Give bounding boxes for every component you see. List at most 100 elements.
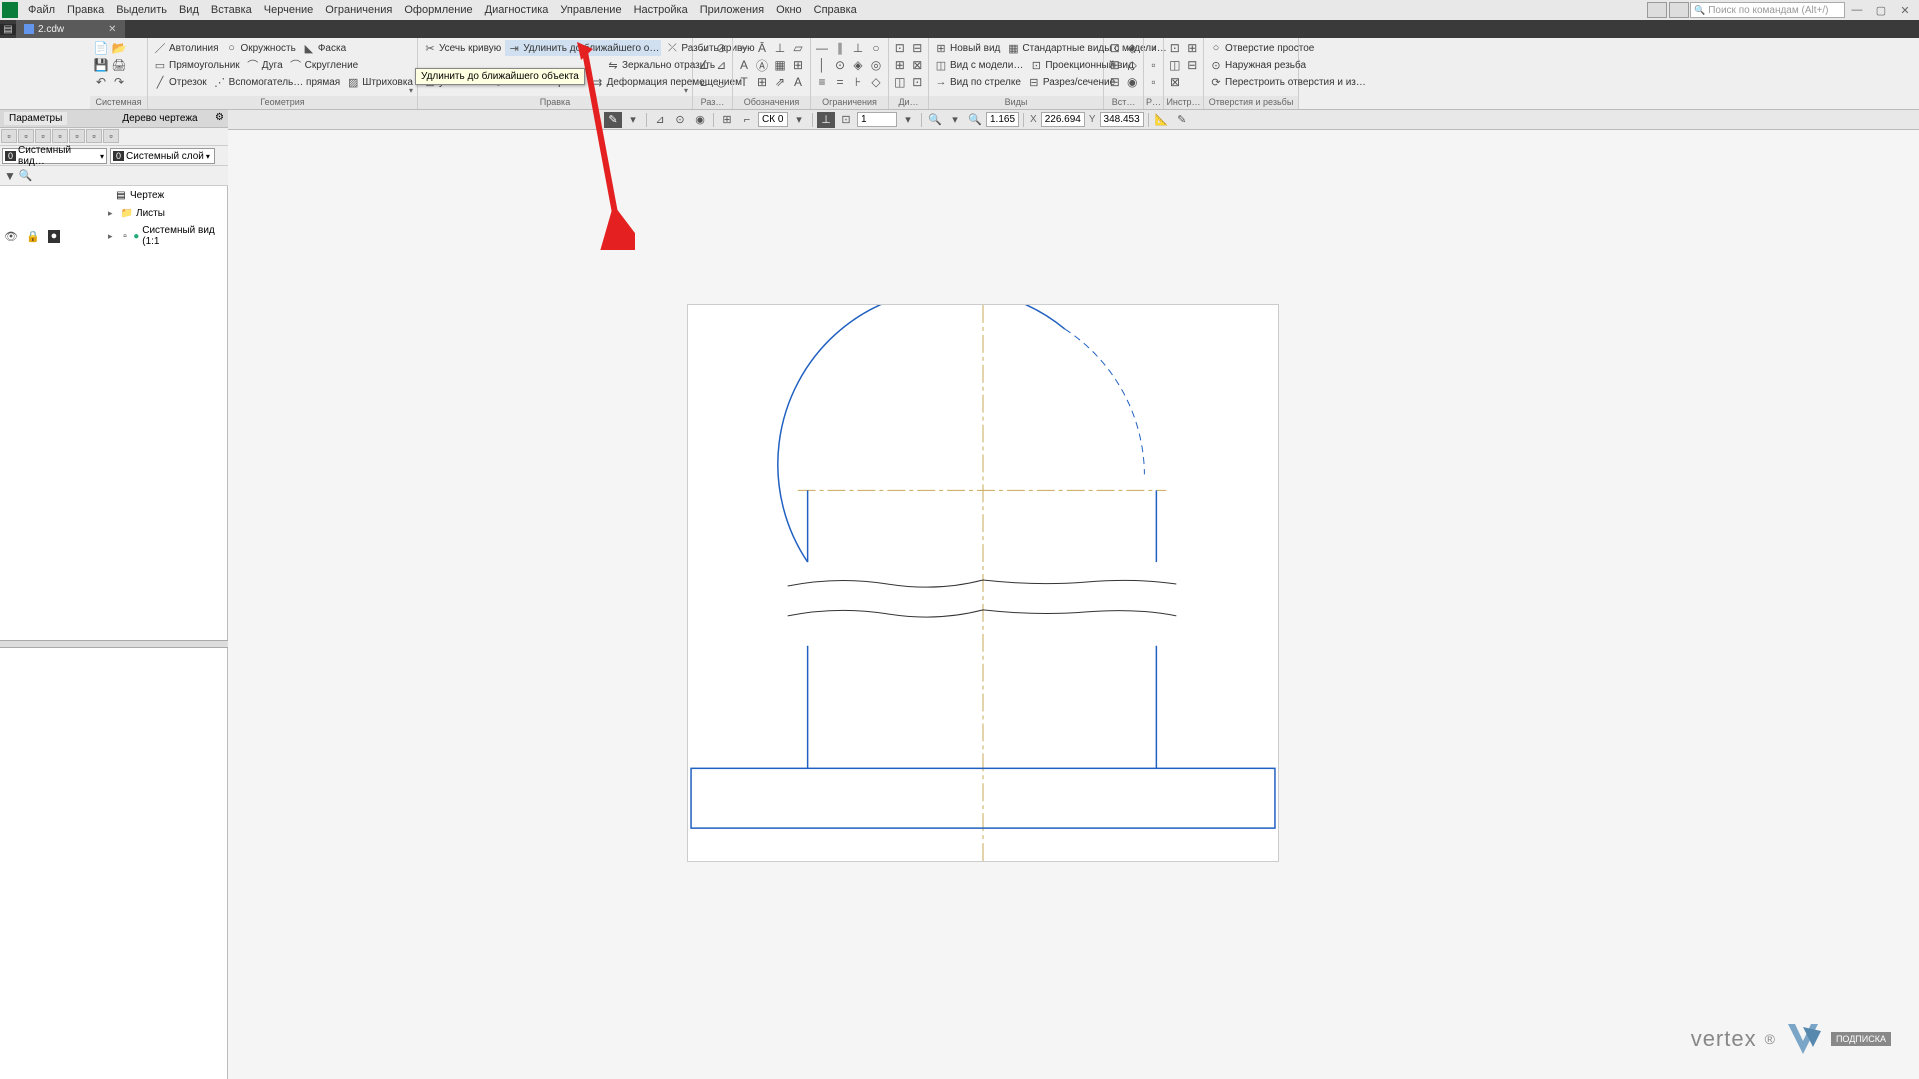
d2-icon[interactable]: ⊟ (910, 40, 926, 56)
c5-icon[interactable]: │ (814, 57, 830, 73)
arc-button[interactable]: ⌒Дуга (244, 57, 285, 73)
snap2-icon[interactable]: ⊙ (671, 112, 689, 128)
newview-button[interactable]: ⊞Новый вид (932, 40, 1002, 56)
dim5-icon[interactable]: ⟀ (696, 74, 712, 90)
menu-help[interactable]: Справка (808, 2, 863, 18)
d4-icon[interactable]: ⊠ (910, 57, 926, 73)
i6-icon[interactable]: ◉ (1125, 74, 1141, 90)
viewmodel-button[interactable]: ◫Вид с модели… (932, 57, 1025, 73)
i5-icon[interactable]: ⊟ (1107, 74, 1123, 90)
pt3[interactable]: ▫ (35, 129, 51, 143)
pt2[interactable]: ▫ (18, 129, 34, 143)
color-icon[interactable]: ● (48, 230, 61, 243)
menu-diag[interactable]: Диагностика (479, 2, 555, 18)
cs-icon[interactable]: ⌐ (738, 112, 756, 128)
menu-view[interactable]: Вид (173, 2, 205, 18)
geometry-dropdown[interactable]: ▾ (407, 86, 415, 95)
view-selector[interactable]: 0Системный вид…▾ (2, 148, 107, 164)
chamfer-button[interactable]: ◣Фаска (300, 40, 348, 56)
c7-icon[interactable]: ◈ (850, 57, 866, 73)
dim4-icon[interactable]: ⊿ (714, 57, 730, 73)
ann12-icon[interactable]: A (790, 74, 806, 90)
save-icon[interactable]: 💾 (93, 57, 109, 73)
scale-icon[interactable]: ⊡ (837, 112, 855, 128)
dim2-icon[interactable]: ⊘ (714, 40, 730, 56)
ann11-icon[interactable]: ⇗ (772, 74, 788, 90)
autoline-button[interactable]: ／Автолиния (151, 40, 221, 56)
i2-icon[interactable]: ◈ (1125, 40, 1141, 56)
expand-icon-2[interactable]: ▸ (108, 231, 117, 242)
menu-apps[interactable]: Приложения (694, 2, 770, 18)
i4-icon[interactable]: ◇ (1125, 57, 1141, 73)
snap3-icon[interactable]: ◉ (691, 112, 709, 128)
c2-icon[interactable]: ∥ (832, 40, 848, 56)
ann1-icon[interactable]: ⌐ (736, 40, 752, 56)
menu-edit[interactable]: Правка (61, 2, 110, 18)
c4-icon[interactable]: ○ (868, 40, 884, 56)
open-icon[interactable]: 📂 (111, 40, 127, 56)
menu-file[interactable]: Файл (22, 2, 61, 18)
r2-icon[interactable]: ▫ (1147, 57, 1160, 73)
ann3-icon[interactable]: ⊥ (772, 40, 788, 56)
dd4[interactable]: ▾ (946, 112, 964, 128)
menu-layout[interactable]: Оформление (398, 2, 478, 18)
auxline-button[interactable]: ⋰Вспомогатель… прямая (211, 74, 343, 90)
hatch-button[interactable]: ▨Штриховка (344, 74, 415, 90)
menu-constraints[interactable]: Ограничения (319, 2, 398, 18)
t5-icon[interactable]: ⊠ (1167, 74, 1183, 90)
i1-icon[interactable]: ⊡ (1107, 40, 1123, 56)
ann9-icon[interactable]: T (736, 74, 752, 90)
r3-icon[interactable]: ▫ (1147, 74, 1160, 90)
pt1[interactable]: ▫ (1, 129, 17, 143)
cs-field[interactable]: СК 0 (758, 112, 788, 127)
c1-icon[interactable]: — (814, 40, 830, 56)
expand-icon[interactable]: ▸ (108, 208, 118, 219)
ortho-icon[interactable]: ⊥ (817, 112, 835, 128)
zoom-out-icon[interactable]: 🔍 (926, 112, 944, 128)
rectangle-button[interactable]: ▭Прямоугольник (151, 57, 242, 73)
filter-icon[interactable]: ▼ (4, 169, 16, 183)
c11-icon[interactable]: ⊦ (850, 74, 866, 90)
c12-icon[interactable]: ◇ (868, 74, 884, 90)
pt4[interactable]: ▫ (52, 129, 68, 143)
picker-icon[interactable]: ✎ (1173, 112, 1191, 128)
menu-select[interactable]: Выделить (110, 2, 173, 18)
lock-icon[interactable]: 🔒 (26, 230, 40, 243)
c8-icon[interactable]: ◎ (868, 57, 884, 73)
ann10-icon[interactable]: ⊞ (754, 74, 770, 90)
dd3[interactable]: ▾ (899, 112, 917, 128)
c10-icon[interactable]: = (832, 74, 848, 90)
menu-manage[interactable]: Управление (554, 2, 627, 18)
d3-icon[interactable]: ⊞ (892, 57, 908, 73)
d6-icon[interactable]: ⊡ (910, 74, 926, 90)
tabbar-menu[interactable]: ▤ (0, 24, 16, 35)
tree-tab[interactable]: Дерево чертежа (117, 112, 202, 125)
new-icon[interactable]: 📄 (93, 40, 109, 56)
i3-icon[interactable]: ⊞ (1107, 57, 1123, 73)
t4-icon[interactable]: ⊟ (1185, 57, 1201, 73)
pt6[interactable]: ▫ (86, 129, 102, 143)
fillet-button[interactable]: ⌒Скругление (287, 57, 361, 73)
undo-icon[interactable]: ↶ (93, 74, 109, 90)
ann6-icon[interactable]: Ⓐ (754, 57, 770, 73)
menu-insert[interactable]: Вставка (205, 2, 258, 18)
pt5[interactable]: ▫ (69, 129, 85, 143)
zoom-in-icon[interactable]: 🔍 (966, 112, 984, 128)
command-search[interactable]: Поиск по командам (Alt+/) (1690, 2, 1845, 18)
menu-window[interactable]: Окно (770, 2, 808, 18)
ann2-icon[interactable]: Ā (754, 40, 770, 56)
segment-button[interactable]: ╱Отрезок (151, 74, 209, 90)
ann7-icon[interactable]: ▦ (772, 57, 788, 73)
pt7[interactable]: ▫ (103, 129, 119, 143)
dd2[interactable]: ▾ (790, 112, 808, 128)
dim1-icon[interactable]: ↔ (696, 40, 712, 56)
panel-gear-icon[interactable]: ⚙ (215, 112, 224, 125)
tree-root[interactable]: ▤ Чертеж (0, 186, 227, 204)
close-button[interactable]: ✕ (1893, 2, 1917, 18)
eye-icon[interactable]: 👁 (4, 230, 18, 243)
minimize-button[interactable]: — (1845, 2, 1869, 18)
scale-field[interactable]: 1 (857, 112, 897, 127)
d1-icon[interactable]: ⊡ (892, 40, 908, 56)
zoom-field[interactable]: 1.165 (986, 112, 1019, 127)
grid-icon[interactable]: ⊞ (718, 112, 736, 128)
